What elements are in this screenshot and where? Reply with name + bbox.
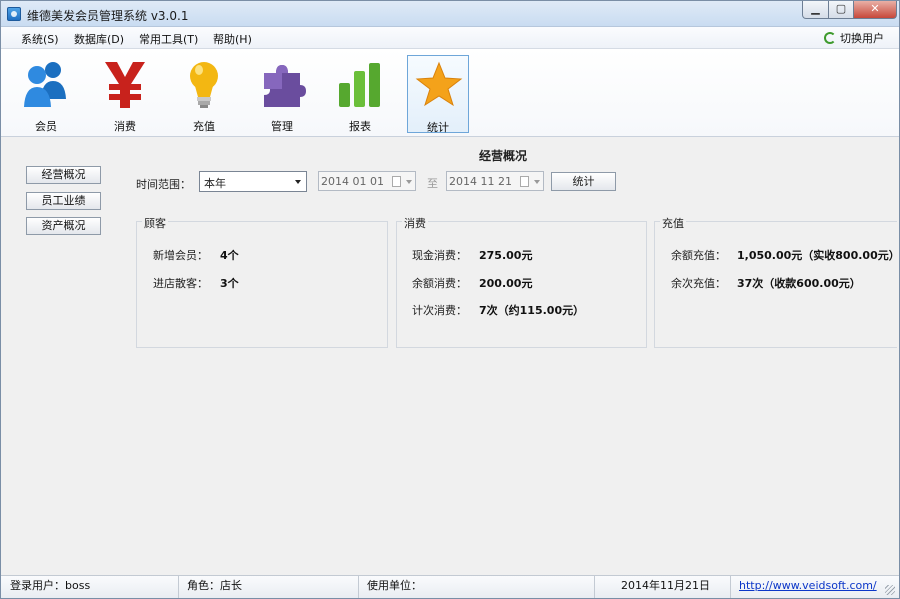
members-icon xyxy=(24,62,66,107)
consumption-panel-title: 消费 xyxy=(402,215,428,231)
chevron-down-icon xyxy=(406,180,412,184)
yen-icon xyxy=(105,62,145,108)
title-bar[interactable]: 维德美发会员管理系统 v3.0.1 ▁ ▢ ✕ xyxy=(1,1,899,27)
status-login-user: 登录用户：boss xyxy=(1,576,179,598)
time-range-value: 本年 xyxy=(204,177,226,190)
customers-panel-title: 顾客 xyxy=(142,215,168,231)
sidebar-item-asset-overview[interactable]: 资产概况 xyxy=(26,217,101,235)
switch-user-button[interactable]: 切换用户 xyxy=(824,30,884,46)
count-consume-label: 计次消费： xyxy=(412,304,467,317)
start-date-value: 2014 01 01 xyxy=(321,175,384,188)
cash-consume-label: 现金消费： xyxy=(412,249,467,262)
toolbar-consume-label: 消费 xyxy=(114,120,136,133)
end-date-value: 2014 11 21 xyxy=(449,175,512,188)
cash-consume-value: 275.00元 xyxy=(479,249,533,262)
sidebar-item-staff-performance[interactable]: 员工业绩 xyxy=(26,192,101,210)
menu-system[interactable]: 系统(S) xyxy=(21,31,59,47)
status-role: 角色：店长 xyxy=(179,576,359,598)
close-icon: ✕ xyxy=(870,2,880,15)
maximize-icon: ▢ xyxy=(835,2,847,15)
star-icon xyxy=(415,61,463,107)
walkin-customers-label: 进店散客： xyxy=(153,277,208,290)
status-unit: 使用单位： xyxy=(359,576,595,598)
recharge-panel-title: 充值 xyxy=(660,215,686,231)
toolbar-stats-button[interactable]: 统计 xyxy=(407,55,469,134)
status-date: 2014年11月21日 xyxy=(595,576,731,598)
minimize-icon: ▁ xyxy=(811,2,820,15)
time-range-select[interactable]: 本年 xyxy=(199,171,307,192)
toolbar-manage-label: 管理 xyxy=(271,120,293,133)
calendar-icon xyxy=(520,176,529,187)
bar-chart-icon xyxy=(339,63,380,107)
resize-grip-icon[interactable] xyxy=(885,585,895,595)
menu-help[interactable]: 帮助(H) xyxy=(213,31,252,47)
close-button[interactable]: ✕ xyxy=(853,1,897,19)
end-date-picker[interactable]: 2014 11 21 xyxy=(446,171,544,191)
lightbulb-icon xyxy=(190,62,218,108)
calendar-icon xyxy=(392,176,401,187)
toolbar-report-button[interactable]: 报表 xyxy=(329,55,391,133)
menu-database[interactable]: 数据库(D) xyxy=(74,31,124,47)
date-to-label: 至 xyxy=(427,177,438,190)
count-recharge-value: 37次（收款600.00元） xyxy=(737,277,861,290)
switch-user-label: 切换用户 xyxy=(840,32,884,45)
app-window: 维德美发会员管理系统 v3.0.1 ▁ ▢ ✕ 系统(S) 数据库(D) 常用工… xyxy=(0,0,900,599)
page-title: 经营概况 xyxy=(479,149,528,163)
status-bar: 登录用户：boss 角色：店长 使用单位： 2014年11月21日 http:/… xyxy=(1,575,899,598)
toolbar-members-button[interactable]: 会员 xyxy=(15,55,77,133)
new-members-label: 新增会员： xyxy=(153,249,208,262)
walkin-customers-value: 3个 xyxy=(220,277,239,290)
window-title: 维德美发会员管理系统 v3.0.1 xyxy=(27,9,189,23)
balance-consume-value: 200.00元 xyxy=(479,277,533,290)
chevron-down-icon xyxy=(534,180,540,184)
main-toolbar: 会员 消费 充值 管理 报表 统计 xyxy=(1,49,899,137)
toolbar-recharge-button[interactable]: 充值 xyxy=(173,55,235,133)
balance-recharge-label: 余额充值： xyxy=(671,249,726,262)
toolbar-members-label: 会员 xyxy=(35,120,57,133)
balance-consume-label: 余额消费： xyxy=(412,277,467,290)
app-logo-icon xyxy=(7,7,21,21)
maximize-button[interactable]: ▢ xyxy=(828,1,854,19)
stat-button[interactable]: 统计 xyxy=(551,172,616,191)
toolbar-consume-button[interactable]: 消费 xyxy=(94,55,156,133)
menu-bar: 系统(S) 数据库(D) 常用工具(T) 帮助(H) 切换用户 xyxy=(1,27,899,49)
puzzle-icon xyxy=(264,65,306,107)
sidebar-item-business-overview[interactable]: 经营概况 xyxy=(26,166,101,184)
new-members-value: 4个 xyxy=(220,249,239,262)
chevron-down-icon xyxy=(295,180,301,184)
time-range-label: 时间范围： xyxy=(136,178,191,191)
start-date-picker[interactable]: 2014 01 01 xyxy=(318,171,416,191)
count-recharge-label: 余次充值： xyxy=(671,277,726,290)
status-website-cell: http://www.veidsoft.com/ xyxy=(731,576,881,598)
toolbar-report-label: 报表 xyxy=(349,120,371,133)
count-consume-value: 7次（约115.00元） xyxy=(479,304,585,317)
toolbar-manage-button[interactable]: 管理 xyxy=(251,55,313,133)
menu-tools[interactable]: 常用工具(T) xyxy=(139,31,198,47)
toolbar-stats-label: 统计 xyxy=(427,121,449,134)
minimize-button[interactable]: ▁ xyxy=(802,1,829,19)
toolbar-recharge-label: 充值 xyxy=(193,120,215,133)
website-link[interactable]: http://www.veidsoft.com/ xyxy=(739,579,877,592)
balance-recharge-value: 1,050.00元（实收800.00元） xyxy=(737,249,900,262)
refresh-icon xyxy=(824,32,836,44)
